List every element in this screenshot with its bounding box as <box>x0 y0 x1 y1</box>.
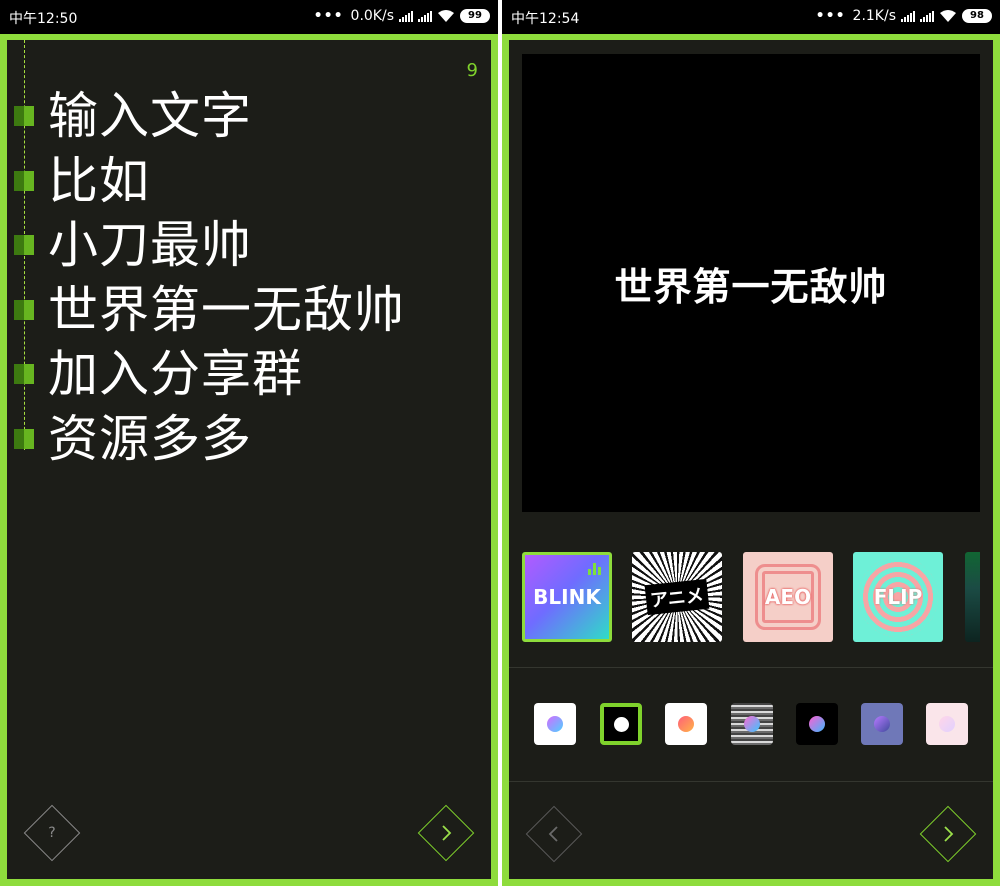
text-lines[interactable]: 输入文字 比如 小刀最帅 世界第一无敌帅 加入分享群 资源多多 <box>14 84 405 471</box>
signal-icon-2 <box>920 10 934 22</box>
color-dot-icon <box>809 716 825 732</box>
line-bullet-icon <box>14 428 34 449</box>
color-swatch-violet[interactable] <box>861 703 903 745</box>
back-button[interactable] <box>525 805 583 863</box>
chevron-right-icon <box>442 825 452 841</box>
status-indicators: ••• 0.0K/s 99 <box>314 8 490 24</box>
network-speed: 0.0K/s <box>350 8 394 24</box>
divider <box>509 667 993 668</box>
effect-tile-anime[interactable]: アニメ <box>632 552 722 642</box>
line-text[interactable]: 资源多多 <box>48 409 252 469</box>
signal-icon <box>399 10 413 22</box>
text-input-screen: 中午12:50 ••• 0.0K/s 99 9 输入文字 比如 小刀最帅 世界第… <box>0 0 498 886</box>
line-text[interactable]: 世界第一无敌帅 <box>48 280 405 340</box>
text-line[interactable]: 输入文字 <box>14 84 405 149</box>
line-bullet-icon <box>14 299 34 320</box>
text-line[interactable]: 加入分享群 <box>14 342 405 407</box>
text-line[interactable]: 小刀最帅 <box>14 213 405 278</box>
battery-icon: 98 <box>962 9 992 23</box>
status-bar: 中午12:54 ••• 2.1K/s 98 <box>502 0 1000 34</box>
chevron-left-icon <box>548 826 558 842</box>
line-bullet-icon <box>14 170 34 191</box>
line-bullet-icon <box>14 235 34 256</box>
effect-label: アニメ <box>644 578 710 616</box>
color-dot-icon <box>613 716 629 732</box>
signal-icon <box>901 10 915 22</box>
color-swatch-glitch[interactable] <box>731 703 773 745</box>
line-text[interactable]: 输入文字 <box>48 86 252 146</box>
help-button[interactable]: ? <box>23 804 81 862</box>
signal-icon-2 <box>418 10 432 22</box>
line-text[interactable]: 加入分享群 <box>48 344 303 404</box>
line-text[interactable]: 比如 <box>48 151 150 211</box>
wifi-icon <box>438 9 454 22</box>
next-button[interactable] <box>919 805 977 863</box>
color-swatches[interactable] <box>502 703 1000 747</box>
wifi-icon <box>940 9 956 22</box>
color-dot-icon <box>678 716 694 732</box>
effect-tile-aeo[interactable]: AEO <box>743 552 833 642</box>
color-swatch-warm-on-white[interactable] <box>665 703 707 745</box>
line-bullet-icon <box>14 364 34 385</box>
effect-select-screen: 中午12:54 ••• 2.1K/s 98 世界第一无敌帅 BLINK アニメ … <box>502 0 1000 886</box>
effect-tile-flip[interactable]: FLIP <box>853 552 943 642</box>
effect-label: AEO <box>764 585 812 609</box>
status-time: 中午12:54 <box>511 11 580 27</box>
effect-tile-blink[interactable]: BLINK <box>522 552 612 642</box>
next-button[interactable] <box>417 804 475 862</box>
color-dot-icon <box>874 716 890 732</box>
text-line[interactable]: 世界第一无敌帅 <box>14 278 405 343</box>
color-dot-icon <box>744 716 760 732</box>
aeo-frame-icon: AEO <box>755 564 821 630</box>
network-speed: 2.1K/s <box>852 8 896 24</box>
chevron-right-icon <box>944 826 954 842</box>
preview-area[interactable]: 世界第一无敌帅 <box>522 54 980 512</box>
status-indicators: ••• 2.1K/s 98 <box>816 8 992 24</box>
effect-label: FLIP <box>873 585 923 609</box>
text-line[interactable]: 比如 <box>14 149 405 214</box>
color-swatch-white-on-black[interactable] <box>600 703 642 745</box>
line-bullet-icon <box>14 106 34 127</box>
effect-label: BLINK <box>533 585 601 609</box>
divider <box>509 781 993 782</box>
status-time: 中午12:50 <box>9 11 78 27</box>
preview-text: 世界第一无敌帅 <box>614 264 888 309</box>
status-bar: 中午12:50 ••• 0.0K/s 99 <box>0 0 498 34</box>
battery-icon: 99 <box>460 9 490 23</box>
equalizer-icon <box>588 563 601 575</box>
question-mark-icon: ? <box>48 825 56 841</box>
more-dots-icon: ••• <box>815 8 846 24</box>
color-swatch-pastel-pink[interactable] <box>926 703 968 745</box>
text-line[interactable]: 资源多多 <box>14 407 405 472</box>
effects-carousel[interactable]: BLINK アニメ AEO FLIP <box>522 552 980 644</box>
color-swatch-gradient-on-white[interactable] <box>534 703 576 745</box>
effect-tile-partial[interactable] <box>965 552 980 642</box>
line-text[interactable]: 小刀最帅 <box>48 215 252 275</box>
line-counter: 9 <box>466 60 478 81</box>
more-dots-icon: ••• <box>313 8 344 24</box>
color-dot-icon <box>939 716 955 732</box>
color-swatch-gradient-on-black[interactable] <box>796 703 838 745</box>
color-dot-icon <box>547 716 563 732</box>
